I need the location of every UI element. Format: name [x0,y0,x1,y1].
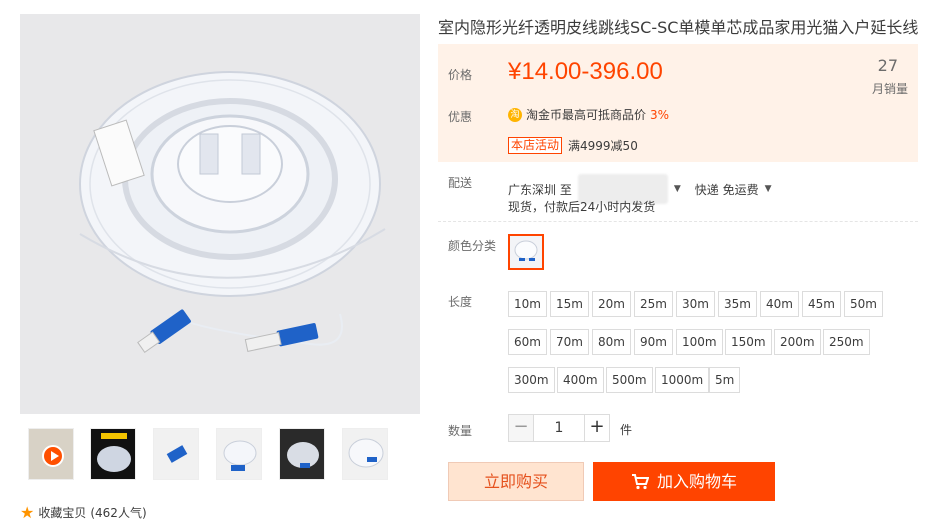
shipping-label: 配送 [448,176,473,190]
length-option[interactable]: 45m [802,291,841,317]
spool-swatch-icon [514,240,538,261]
length-option[interactable]: 500m [606,367,653,393]
color-label: 颜色分类 [448,239,497,253]
length-option[interactable]: 150m [725,329,772,355]
length-option[interactable]: 90m [634,329,673,355]
add-to-cart-label: 加入购物车 [656,472,737,491]
quantity-input[interactable]: 1 [534,414,584,442]
shipping-method[interactable]: 快递 免运费 [695,181,759,198]
length-option[interactable]: 100m [676,329,723,355]
main-product-image[interactable] [20,14,420,414]
length-option[interactable]: 80m [592,329,631,355]
quantity-decrease-button[interactable]: − [508,414,534,442]
length-option[interactable]: 1000m [655,367,710,393]
shipping-section: 配送 广东深圳 至 ▼ 快递 免运费 ▼ 现货，付款后24小时内发货 [438,162,918,222]
spool-thumb-icon [223,440,257,471]
length-option[interactable]: 40m [760,291,799,317]
thumbnail-3[interactable] [153,428,199,480]
promo-label: 优惠 [448,110,473,124]
thumbnail-4[interactable] [216,428,262,480]
price-range: ¥14.00-396.00 [508,58,663,85]
spool-thumb-icon [97,433,131,472]
length-option[interactable]: 30m [676,291,715,317]
play-icon[interactable] [42,445,64,467]
chevron-down-icon[interactable]: ▼ [765,184,772,194]
spool-thumb-icon [348,438,384,468]
quantity-label: 数量 [448,424,473,438]
length-option[interactable]: 20m [592,291,631,317]
length-option[interactable]: 10m [508,291,547,317]
taojin-text: 淘金币最高可抵商品价 [526,108,647,122]
length-option[interactable]: 50m [844,291,883,317]
favorite-button[interactable]: ★ 收藏宝贝 (462人气) [20,504,147,521]
spool-thumb-icon [287,442,319,468]
shipping-note: 现货，付款后24小时内发货 [508,200,656,214]
connector-thumb-icon [166,445,188,463]
length-option[interactable]: 25m [634,291,673,317]
length-label: 长度 [448,295,473,309]
taojin-percent: 3% [650,107,670,122]
monthly-sales-label: 月销量 [871,82,908,96]
fiber-spool-illustration [20,14,420,414]
thumbnail-strip [20,428,420,484]
length-option[interactable]: 70m [550,329,589,355]
taojin-coin-icon: 淘 [508,107,522,122]
thumbnail-video[interactable] [28,428,74,480]
chevron-down-icon[interactable]: ▼ [674,184,681,194]
ship-from: 广东深圳 至 [508,182,572,197]
favorite-label: 收藏宝贝 [38,506,87,520]
star-icon: ★ [20,502,35,522]
length-option[interactable]: 60m [508,329,547,355]
length-option[interactable]: 15m [550,291,589,317]
quantity-increase-button[interactable]: + [584,414,610,442]
add-to-cart-button[interactable]: 加入购物车 [593,462,775,501]
monthly-sales-count: 27 [877,56,898,75]
color-option-swatch[interactable] [508,234,544,270]
price-box: 价格 ¥14.00-396.00 27 月销量 优惠 淘 淘金币最高可抵商品价 … [438,44,918,162]
length-option[interactable]: 250m [823,329,870,355]
length-option[interactable]: 35m [718,291,757,317]
length-option[interactable]: 200m [774,329,821,355]
shop-deal: 本店活动 满4999减50 [508,137,638,154]
shop-activity-tag[interactable]: 本店活动 [508,137,563,154]
product-title: 室内隐形光纤透明皮线跳线SC-SC单模单芯成品家用光猫入户延长线 [438,18,919,37]
thumbnail-5[interactable] [279,428,325,480]
shop-deal-text: 满4999减50 [568,139,638,153]
buy-now-button[interactable]: 立即购买 [448,462,584,501]
quantity-unit: 件 [620,423,633,437]
thumbnail-6[interactable] [342,428,388,480]
product-page: ★ 收藏宝贝 (462人气) 室内隐形光纤透明皮线跳线SC-SC单模单芯成品家用… [0,0,940,532]
favorite-popularity: (462人气) [90,506,147,520]
price-label: 价格 [448,68,473,82]
length-option[interactable]: 400m [557,367,604,393]
length-option[interactable]: 300m [508,367,555,393]
cart-icon [631,473,649,489]
length-option[interactable]: 5m [709,367,741,393]
thumbnail-2[interactable] [90,428,136,480]
taojin-promo: 淘 淘金币最高可抵商品价 3% [508,106,669,123]
